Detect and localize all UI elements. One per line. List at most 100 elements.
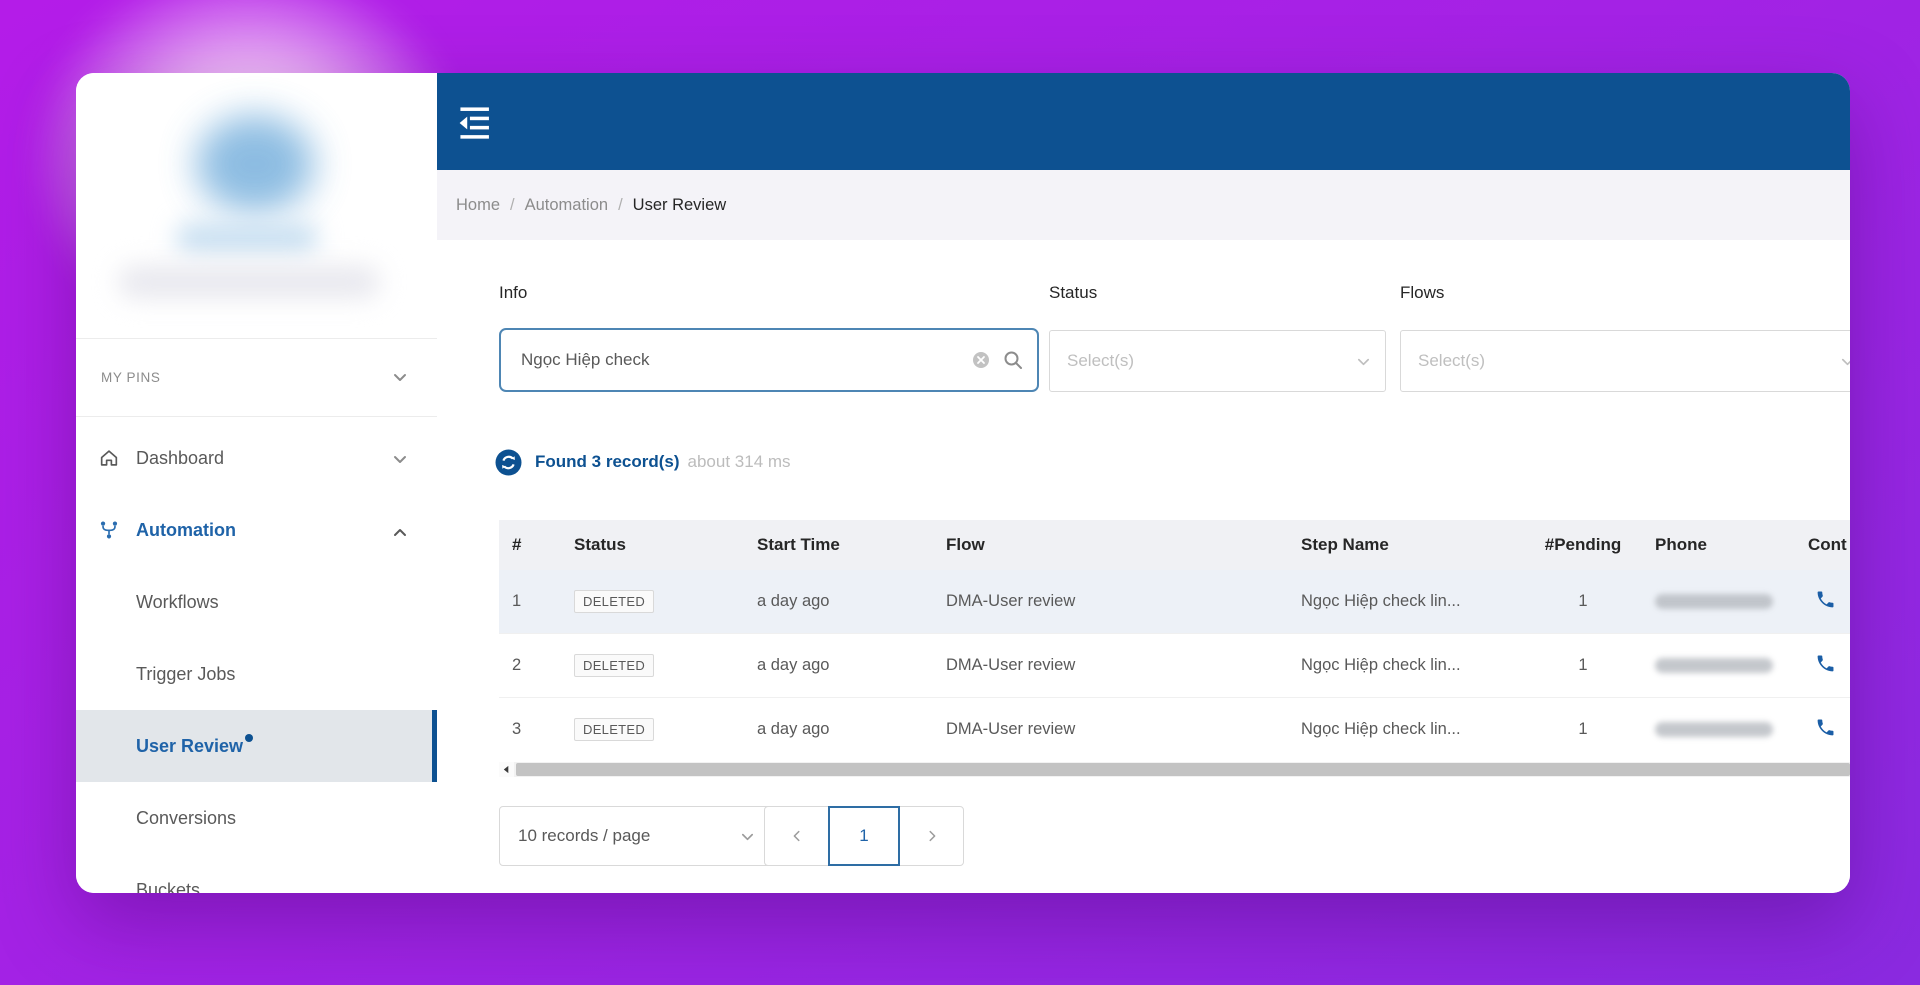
fork-icon xyxy=(97,518,121,542)
start-time-cell: a day ago xyxy=(744,697,933,759)
step-name-cell: Ngọc Hiệp check lin... xyxy=(1288,633,1528,698)
table-row[interactable]: 2 DELETED a day ago DMA-User review Ngọc… xyxy=(499,633,1850,698)
horizontal-scrollbar xyxy=(499,762,1850,777)
breadcrumb: Home / Automation / User Review xyxy=(456,196,726,215)
chevron-left-icon xyxy=(793,830,800,842)
breadcrumb-separator: / xyxy=(618,195,623,214)
sidebar-item-label: Conversions xyxy=(136,807,237,828)
breadcrumb-home[interactable]: Home xyxy=(456,196,500,215)
table-header-row: # Status Start Time Flow Step Name #Pend… xyxy=(499,520,1850,570)
sidebar-item-buckets[interactable]: Buckets xyxy=(76,854,437,894)
start-time-cell: a day ago xyxy=(744,633,933,698)
chevron-up-icon xyxy=(392,525,408,541)
col-phone: Phone xyxy=(1638,520,1788,570)
chevron-down-icon xyxy=(1840,354,1850,374)
app-window: MY PINS Dashboard Automation Workflows T… xyxy=(76,73,1850,893)
blurred-brand-line-1 xyxy=(176,223,318,253)
sidebar-item-trigger-jobs[interactable]: Trigger Jobs xyxy=(76,638,437,710)
results-table: # Status Start Time Flow Step Name #Pend… xyxy=(499,520,1850,759)
status-badge: DELETED xyxy=(574,590,655,613)
sidebar-item-workflows[interactable]: Workflows xyxy=(76,566,437,638)
flow-cell: DMA-User review xyxy=(933,697,1288,759)
breadcrumb-bar: Home / Automation / User Review xyxy=(437,170,1850,240)
status-placeholder: Select(s) xyxy=(1067,351,1135,370)
search-icon[interactable] xyxy=(1002,349,1024,376)
col-step-name: Step Name xyxy=(1288,520,1528,570)
breadcrumb-current: User Review xyxy=(632,195,727,214)
page-size-select[interactable]: 10 records / page xyxy=(499,806,772,866)
notification-dot xyxy=(245,733,254,742)
sidebar-item-label: Automation xyxy=(136,519,236,540)
refresh-icon[interactable] xyxy=(495,449,522,476)
sidebar-item-label: User Review xyxy=(136,733,254,757)
next-page-button[interactable] xyxy=(900,807,963,865)
status-select[interactable]: Select(s) xyxy=(1049,330,1386,392)
phone-icon[interactable] xyxy=(1815,653,1836,679)
col-index: # xyxy=(499,520,561,570)
col-start-time: Start Time xyxy=(744,520,933,570)
scrollbar-left-button[interactable] xyxy=(499,762,514,777)
flows-placeholder: Select(s) xyxy=(1418,351,1486,370)
step-name-cell: Ngọc Hiệp check lin... xyxy=(1288,570,1528,634)
sidebar-item-user-review[interactable]: User Review xyxy=(76,710,437,782)
prev-page-button[interactable] xyxy=(765,807,828,865)
breadcrumb-automation[interactable]: Automation xyxy=(525,196,608,215)
elapsed-time-text: about 314 ms xyxy=(687,452,791,471)
chevron-down-icon xyxy=(740,829,755,849)
sidebar-item-dashboard[interactable]: Dashboard xyxy=(76,422,437,494)
found-records-text: Found 3 record(s) xyxy=(535,452,680,471)
info-label: Info xyxy=(499,283,528,302)
menu-fold-icon xyxy=(459,107,489,139)
top-header-bar xyxy=(437,73,1850,170)
chevron-down-icon xyxy=(392,451,408,467)
scrollbar-thumb[interactable] xyxy=(516,763,1850,776)
redacted-phone-number xyxy=(1655,658,1773,674)
sidebar-item-conversions[interactable]: Conversions xyxy=(76,782,437,854)
redacted-phone-number xyxy=(1655,722,1773,738)
col-contact: Cont xyxy=(1788,520,1850,570)
flows-label: Flows xyxy=(1400,283,1445,302)
result-summary: Found 3 record(s) about 314 ms xyxy=(495,447,791,477)
sidebar-item-automation[interactable]: Automation xyxy=(76,494,437,566)
redacted-phone-number xyxy=(1655,594,1773,610)
sidebar-item-label: Buckets xyxy=(136,879,201,894)
row-index: 1 xyxy=(499,570,561,634)
row-index: 3 xyxy=(499,697,561,759)
breadcrumb-separator: / xyxy=(510,195,515,214)
page-size-label: 10 records / page xyxy=(518,826,651,845)
col-status: Status xyxy=(561,520,744,570)
current-page-button[interactable]: 1 xyxy=(828,806,900,866)
sidebar: MY PINS Dashboard Automation Workflows T… xyxy=(76,73,437,893)
table-row[interactable]: 1 DELETED a day ago DMA-User review Ngọc… xyxy=(499,570,1850,634)
menu-fold-button[interactable] xyxy=(454,101,494,141)
step-name-cell: Ngọc Hiệp check lin... xyxy=(1288,697,1528,759)
status-label: Status xyxy=(1049,283,1098,302)
sidebar-item-label: Trigger Jobs xyxy=(136,663,236,684)
row-index: 2 xyxy=(499,633,561,698)
blurred-logo xyxy=(196,115,314,213)
table-row[interactable]: 3 DELETED a day ago DMA-User review Ngọc… xyxy=(499,697,1850,759)
sidebar-item-label: Workflows xyxy=(136,591,219,612)
flows-select[interactable]: Select(s) xyxy=(1400,330,1850,392)
clear-icon[interactable] xyxy=(972,351,990,374)
sidebar-section-my-pins[interactable]: MY PINS xyxy=(76,338,437,416)
start-time-cell: a day ago xyxy=(744,570,933,634)
my-pins-label: MY PINS xyxy=(101,369,161,385)
chevron-down-icon xyxy=(392,369,408,385)
phone-icon[interactable] xyxy=(1815,717,1836,743)
phone-icon[interactable] xyxy=(1815,589,1836,615)
col-pending: #Pending xyxy=(1528,520,1638,570)
info-search-input[interactable] xyxy=(499,328,1039,392)
divider xyxy=(76,416,437,417)
status-badge: DELETED xyxy=(574,718,655,741)
flow-cell: DMA-User review xyxy=(933,633,1288,698)
chevron-right-icon xyxy=(928,830,935,842)
status-badge: DELETED xyxy=(574,654,655,677)
chevron-down-icon xyxy=(1356,354,1371,374)
flow-cell: DMA-User review xyxy=(933,570,1288,634)
sidebar-item-label: Dashboard xyxy=(136,447,225,468)
pending-count: 1 xyxy=(1528,570,1638,634)
col-flow: Flow xyxy=(933,520,1288,570)
pending-count: 1 xyxy=(1528,633,1638,698)
blurred-brand-line-2 xyxy=(118,265,380,299)
